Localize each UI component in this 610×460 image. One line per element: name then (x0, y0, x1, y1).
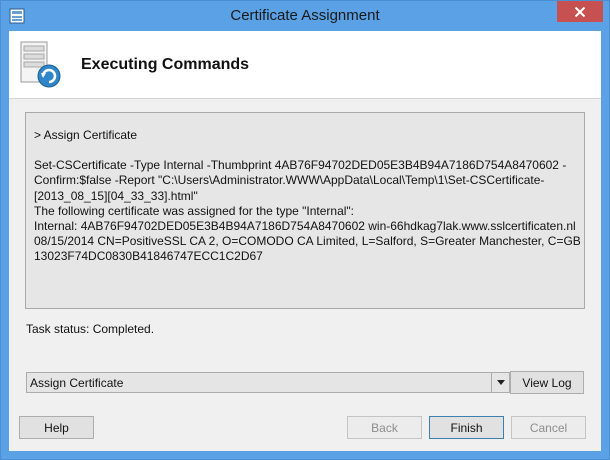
command-log[interactable]: > Assign Certificate Set-CSCertificate -… (25, 112, 585, 309)
chevron-down-icon[interactable] (491, 373, 509, 392)
help-button[interactable]: Help (19, 416, 94, 439)
wizard-header: Executing Commands (9, 31, 601, 99)
task-select-value: Assign Certificate (30, 376, 124, 390)
cancel-button[interactable]: Cancel (511, 416, 586, 439)
task-select[interactable]: Assign Certificate (26, 372, 510, 393)
log-line: Set-CSCertificate -Type Internal -Thumbp… (34, 158, 567, 173)
view-log-button[interactable]: View Log (510, 371, 584, 394)
certificate-assignment-window: Certificate Assignment Executing Command (0, 0, 610, 460)
task-status: Task status: Completed. (26, 322, 155, 336)
title-bar[interactable]: Certificate Assignment (1, 1, 609, 31)
log-line: [2013_08_15][04_33_33].html" (34, 188, 198, 203)
log-heading: > Assign Certificate (34, 128, 138, 142)
finish-button[interactable]: Finish (429, 416, 504, 439)
window-title: Certificate Assignment (230, 7, 380, 24)
log-line: 08/15/2014 CN=PositiveSSL CA 2, O=COMODO… (34, 234, 581, 249)
log-line: The following certificate was assigned f… (34, 203, 355, 218)
log-line: Internal: 4AB76F94702DED05E3B4B94A7186D7… (34, 219, 576, 234)
back-button[interactable]: Back (347, 416, 422, 439)
dialog-body: Executing Commands > Assign Certificate … (9, 31, 601, 451)
close-icon (574, 6, 586, 17)
close-button[interactable] (557, 1, 603, 22)
page-title: Executing Commands (81, 56, 250, 73)
log-line: Confirm:$false -Report "C:\Users\Adminis… (34, 173, 545, 188)
log-line: 13023F74DC0830B41846747ECC1C2D67 (34, 249, 263, 264)
server-refresh-icon (17, 39, 67, 91)
